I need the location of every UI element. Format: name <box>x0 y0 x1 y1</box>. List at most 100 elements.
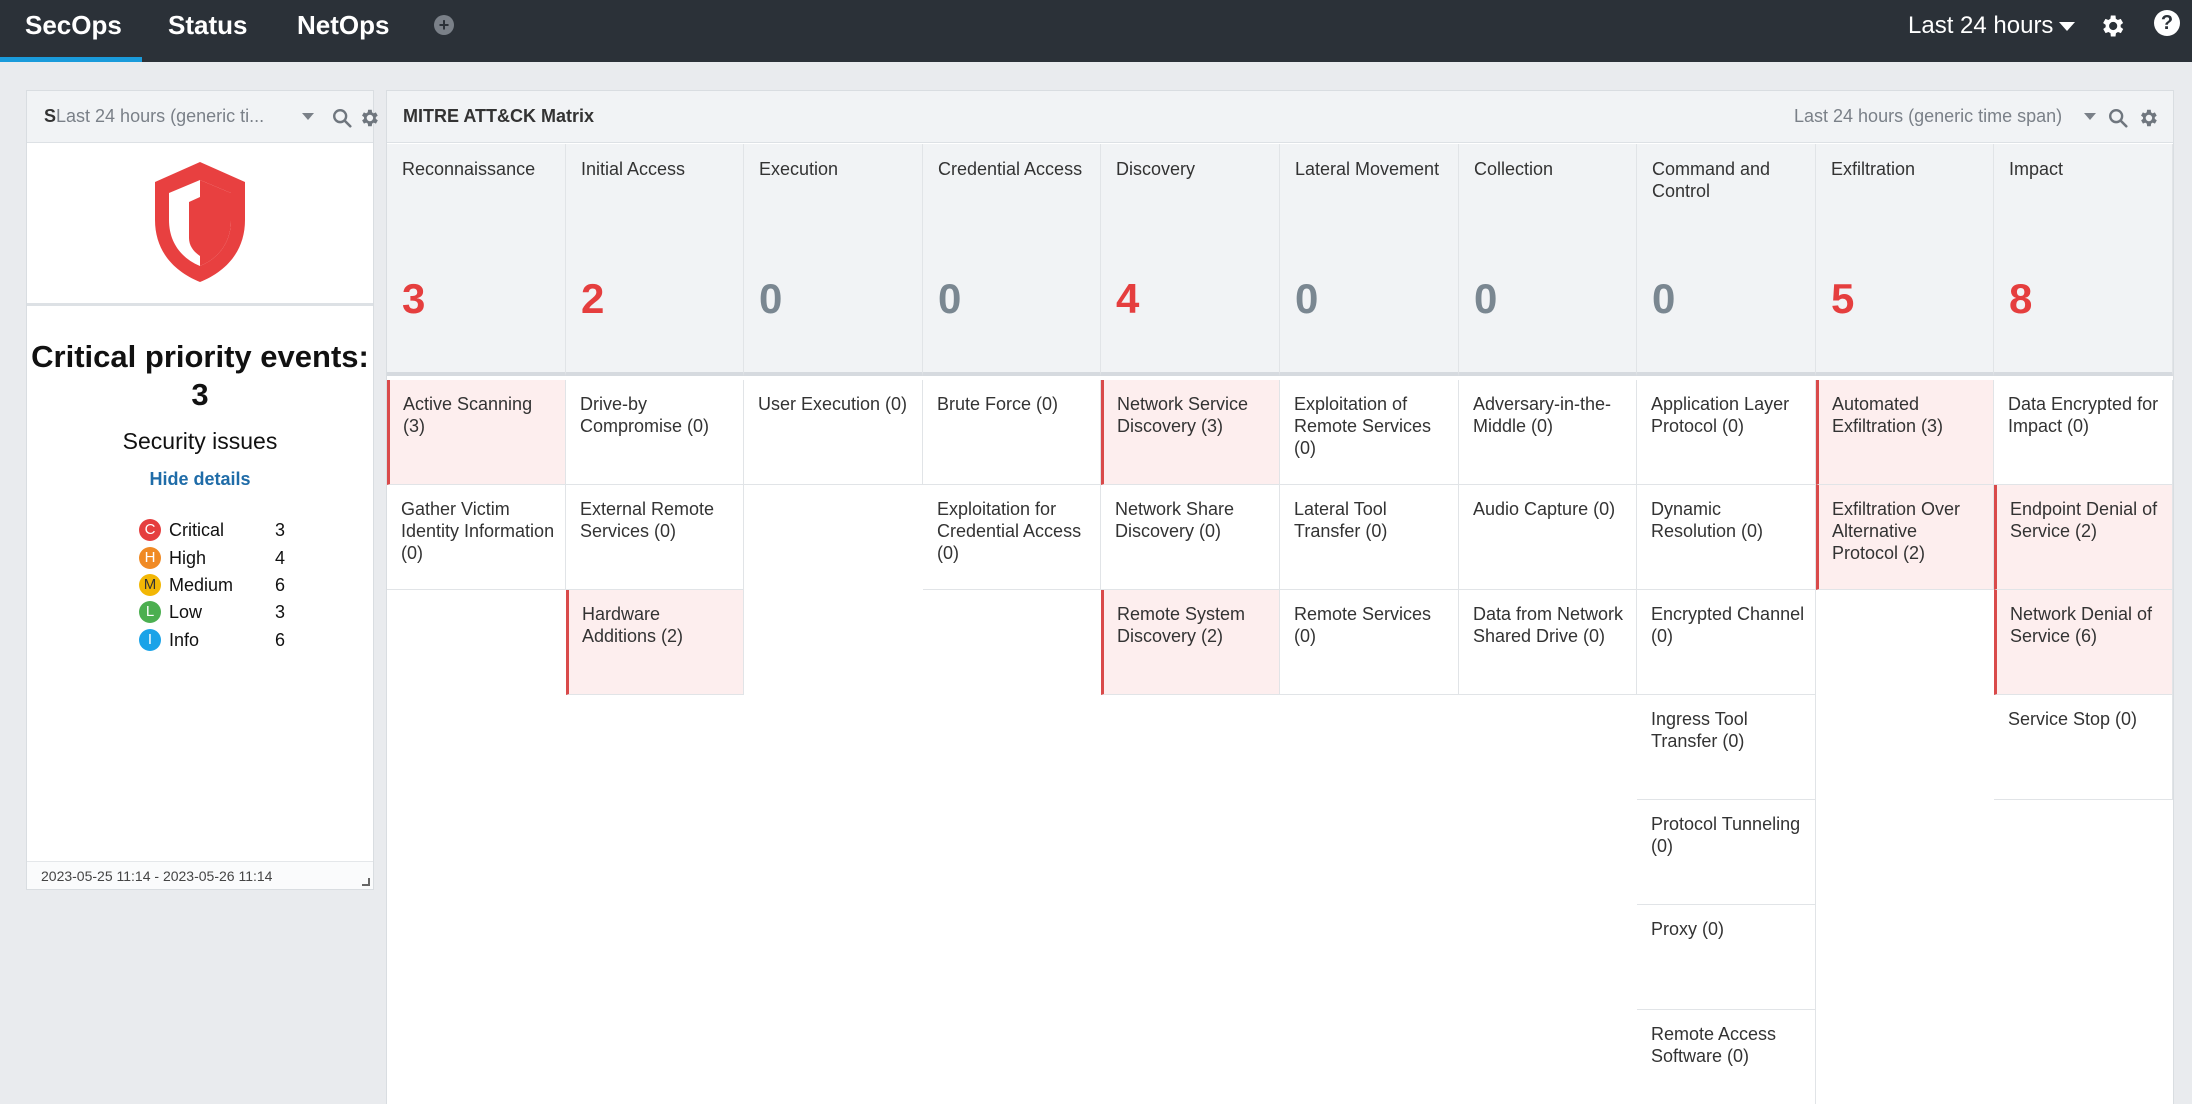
technique-label: Service Stop (0) <box>2008 709 2138 729</box>
high-badge-icon: H <box>139 547 161 569</box>
tactic-header[interactable]: Impact 8 <box>1994 144 2173 376</box>
global-time-range-dropdown[interactable]: Last 24 hours <box>1908 11 2076 41</box>
critical-badge-icon: C <box>139 519 161 541</box>
technique-cell[interactable]: External Remote Services (0) <box>566 485 744 590</box>
widget-header: SLast 24 hours (generic ti... <box>27 91 378 143</box>
help-icon[interactable]: ? <box>2154 10 2180 36</box>
technique-label: Brute Force (0) <box>937 394 1059 414</box>
tactic-header[interactable]: Reconnaissance 3 <box>387 144 566 376</box>
technique-label: Remote Access Software (0) <box>1651 1024 1777 1066</box>
technique-label: Encrypted Channel (0) <box>1651 604 1805 646</box>
technique-label: Exfiltration Over Alternative Protocol (… <box>1832 499 1961 563</box>
technique-cell[interactable]: Remote System Discovery (2) <box>1101 590 1280 695</box>
technique-label: Proxy (0) <box>1651 919 1725 939</box>
shield-area <box>27 144 373 306</box>
gear-icon[interactable] <box>2137 107 2159 129</box>
technique-cell[interactable]: Active Scanning (3) <box>387 380 566 485</box>
tactic-header[interactable]: Initial Access 2 <box>566 144 744 376</box>
technique-label: Exploitation of Remote Services (0) <box>1294 394 1432 458</box>
technique-label: Automated Exfiltration (3) <box>1832 394 1944 436</box>
technique-cell[interactable]: Automated Exfiltration (3) <box>1816 380 1994 485</box>
tab-netops[interactable]: NetOps <box>297 0 389 62</box>
widget-title: SLast 24 hours (generic ti... <box>44 106 294 127</box>
tactic-name: Lateral Movement <box>1295 159 1440 179</box>
technique-label: Application Layer Protocol (0) <box>1651 394 1790 436</box>
technique-cell[interactable]: Hardware Additions (2) <box>566 590 744 695</box>
gear-icon[interactable] <box>358 107 380 129</box>
technique-cell[interactable]: Data from Network Shared Drive (0) <box>1459 590 1637 695</box>
technique-cell[interactable]: Network Denial of Service (6) <box>1994 590 2173 695</box>
technique-cell[interactable]: Proxy (0) <box>1637 905 1816 1010</box>
tab-status[interactable]: Status <box>168 0 247 62</box>
widget-footer: 2023-05-25 11:14 - 2023-05-26 11:14 <box>27 861 373 889</box>
tactic-name: Exfiltration <box>1831 159 1916 179</box>
chevron-down-icon[interactable] <box>302 113 314 120</box>
technique-cell[interactable]: Encrypted Channel (0) <box>1637 590 1816 695</box>
technique-cell[interactable]: Drive-by Compromise (0) <box>566 380 744 485</box>
tactic-name: Initial Access <box>581 159 686 179</box>
technique-cell[interactable]: Exploitation of Remote Services (0) <box>1280 380 1459 485</box>
date-range-text: 2023-05-25 11:14 - 2023-05-26 11:14 <box>41 868 273 884</box>
technique-label: Ingress Tool Transfer (0) <box>1651 709 1748 751</box>
legend-label: Critical <box>169 520 225 540</box>
add-tab-icon[interactable]: + <box>434 15 454 35</box>
technique-cell[interactable]: Application Layer Protocol (0) <box>1637 380 1816 485</box>
technique-label: Hardware Additions (2) <box>582 604 684 646</box>
technique-cell[interactable]: Lateral Tool Transfer (0) <box>1280 485 1459 590</box>
mitre-matrix-widget: MITRE ATT&CK Matrix Last 24 hours (gener… <box>386 90 2174 1104</box>
widget-time-range[interactable]: Last 24 hours (generic time span) <box>1794 106 2062 127</box>
tactic-count: 0 <box>938 275 962 322</box>
technique-cell[interactable]: Dynamic Resolution (0) <box>1637 485 1816 590</box>
search-icon[interactable] <box>2107 107 2129 129</box>
technique-label: Protocol Tunneling (0) <box>1651 814 1801 856</box>
technique-cell[interactable]: Endpoint Denial of Service (2) <box>1994 485 2173 590</box>
technique-label: Lateral Tool Transfer (0) <box>1294 499 1388 541</box>
technique-cell[interactable]: Adversary-in-the-Middle (0) <box>1459 380 1637 485</box>
technique-label: Adversary-in-the-Middle (0) <box>1473 394 1612 436</box>
tactic-header[interactable]: Lateral Movement 0 <box>1280 144 1459 376</box>
technique-cell[interactable]: Gather Victim Identity Information (0) <box>387 485 566 590</box>
technique-cell[interactable]: Network Share Discovery (0) <box>1101 485 1280 590</box>
technique-cell[interactable]: Network Service Discovery (3) <box>1101 380 1280 485</box>
technique-cell[interactable]: Brute Force (0) <box>923 380 1101 485</box>
technique-cell[interactable]: Ingress Tool Transfer (0) <box>1637 695 1816 800</box>
tactic-header[interactable]: Credential Access 0 <box>923 144 1101 376</box>
technique-label: Network Service Discovery (3) <box>1117 394 1249 436</box>
tactic-header[interactable]: Discovery 4 <box>1101 144 1280 376</box>
widget-header: MITRE ATT&CK Matrix Last 24 hours (gener… <box>387 91 2173 143</box>
tactic-name: Impact <box>2009 159 2064 179</box>
technique-cell[interactable]: Exploitation for Credential Access (0) <box>923 485 1101 590</box>
tactic-name: Command and Control <box>1652 159 1771 201</box>
widget-time-range[interactable]: Last 24 hours (generic ti... <box>56 106 264 126</box>
tactic-count: 0 <box>759 275 783 322</box>
chevron-down-icon[interactable] <box>2084 113 2096 120</box>
technique-cell[interactable]: Protocol Tunneling (0) <box>1637 800 1816 905</box>
technique-cell[interactable]: Remote Access Software (0) <box>1637 1010 1816 1104</box>
critical-events-widget: SLast 24 hours (generic ti... Critical p… <box>26 90 378 890</box>
technique-cell[interactable]: User Execution (0) <box>744 380 923 485</box>
hide-details-link[interactable]: Hide details <box>27 469 373 490</box>
legend-label: Medium <box>169 575 234 595</box>
tactic-header[interactable]: Command and Control 0 <box>1637 144 1816 376</box>
legend-count: 6 <box>275 630 286 650</box>
legend-count: 3 <box>275 602 286 622</box>
low-badge-icon: L <box>139 601 161 623</box>
resize-handle-icon[interactable] <box>362 878 370 886</box>
technique-label: Network Denial of Service (6) <box>2010 604 2153 646</box>
tactic-header[interactable]: Execution 0 <box>744 144 923 376</box>
legend-count: 6 <box>275 575 286 595</box>
technique-cell[interactable]: Exfiltration Over Alternative Protocol (… <box>1816 485 1994 590</box>
settings-gear-icon[interactable] <box>2098 12 2126 40</box>
shield-icon <box>155 162 245 282</box>
technique-cell[interactable]: Remote Services (0) <box>1280 590 1459 695</box>
tactic-header[interactable]: Exfiltration 5 <box>1816 144 1994 376</box>
medium-badge-icon: M <box>139 574 161 596</box>
technique-cell[interactable]: Audio Capture (0) <box>1459 485 1637 590</box>
technique-cell[interactable]: Data Encrypted for Impact (0) <box>1994 380 2173 485</box>
technique-label: Gather Victim Identity Information (0) <box>401 499 555 563</box>
search-icon[interactable] <box>331 107 353 129</box>
technique-label: Data from Network Shared Drive (0) <box>1473 604 1624 646</box>
tactic-header[interactable]: Collection 0 <box>1459 144 1637 376</box>
tab-secops[interactable]: SecOps <box>25 0 122 62</box>
technique-cell[interactable]: Service Stop (0) <box>1994 695 2173 800</box>
